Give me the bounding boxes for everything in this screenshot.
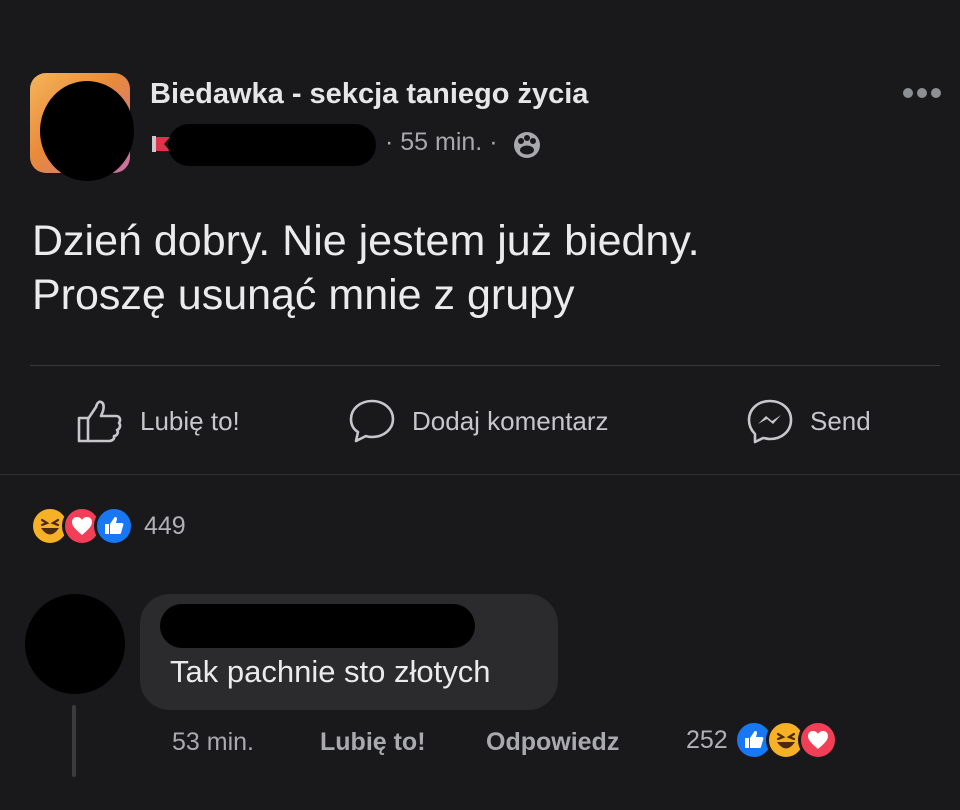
comment-reply-button[interactable]: Odpowiedz bbox=[486, 728, 619, 757]
post-text: Dzień dobry. Nie jestem już biedny. Pros… bbox=[32, 214, 912, 322]
comment-reactions-count: 252 bbox=[686, 725, 728, 754]
post-timestamp[interactable]: · 55 min. · bbox=[385, 128, 498, 157]
comment-timestamp[interactable]: 53 min. bbox=[172, 728, 254, 757]
comment-text: Tak pachnie sto złotych bbox=[170, 654, 491, 689]
post-text-line-2: Proszę usunąć mnie z grupy bbox=[32, 271, 575, 319]
reactions-summary[interactable]: 449 bbox=[30, 506, 186, 546]
author-avatar-redaction bbox=[40, 81, 134, 181]
divider bbox=[0, 474, 960, 475]
post-text-line-1: Dzień dobry. Nie jestem już biedny. bbox=[32, 217, 700, 265]
comment-button[interactable]: Dodaj komentarz bbox=[348, 396, 609, 446]
like-reaction-icon bbox=[94, 506, 134, 546]
comment-bubble-icon bbox=[349, 399, 395, 443]
send-button[interactable]: Send bbox=[746, 396, 871, 446]
author-name-redaction bbox=[168, 124, 376, 166]
comment-reactions[interactable]: 252 bbox=[686, 720, 838, 760]
commenter-avatar[interactable] bbox=[25, 594, 125, 694]
messenger-icon bbox=[747, 399, 793, 444]
like-label: Lubię to! bbox=[140, 405, 240, 436]
comment-label: Dodaj komentarz bbox=[412, 405, 609, 436]
commenter-name-redaction bbox=[160, 604, 475, 648]
comment-like-button[interactable]: Lubię to! bbox=[320, 728, 426, 757]
group-privacy-icon bbox=[514, 132, 540, 158]
love-reaction-icon bbox=[797, 720, 838, 760]
reactions-count: 449 bbox=[144, 511, 186, 540]
send-label: Send bbox=[810, 405, 871, 436]
group-name[interactable]: Biedawka - sekcja taniego życia bbox=[150, 78, 588, 111]
thread-line bbox=[72, 705, 76, 777]
more-options-icon[interactable] bbox=[900, 85, 944, 101]
thumbs-up-icon bbox=[77, 400, 122, 443]
divider bbox=[30, 365, 940, 366]
like-button[interactable]: Lubię to! bbox=[76, 396, 240, 446]
